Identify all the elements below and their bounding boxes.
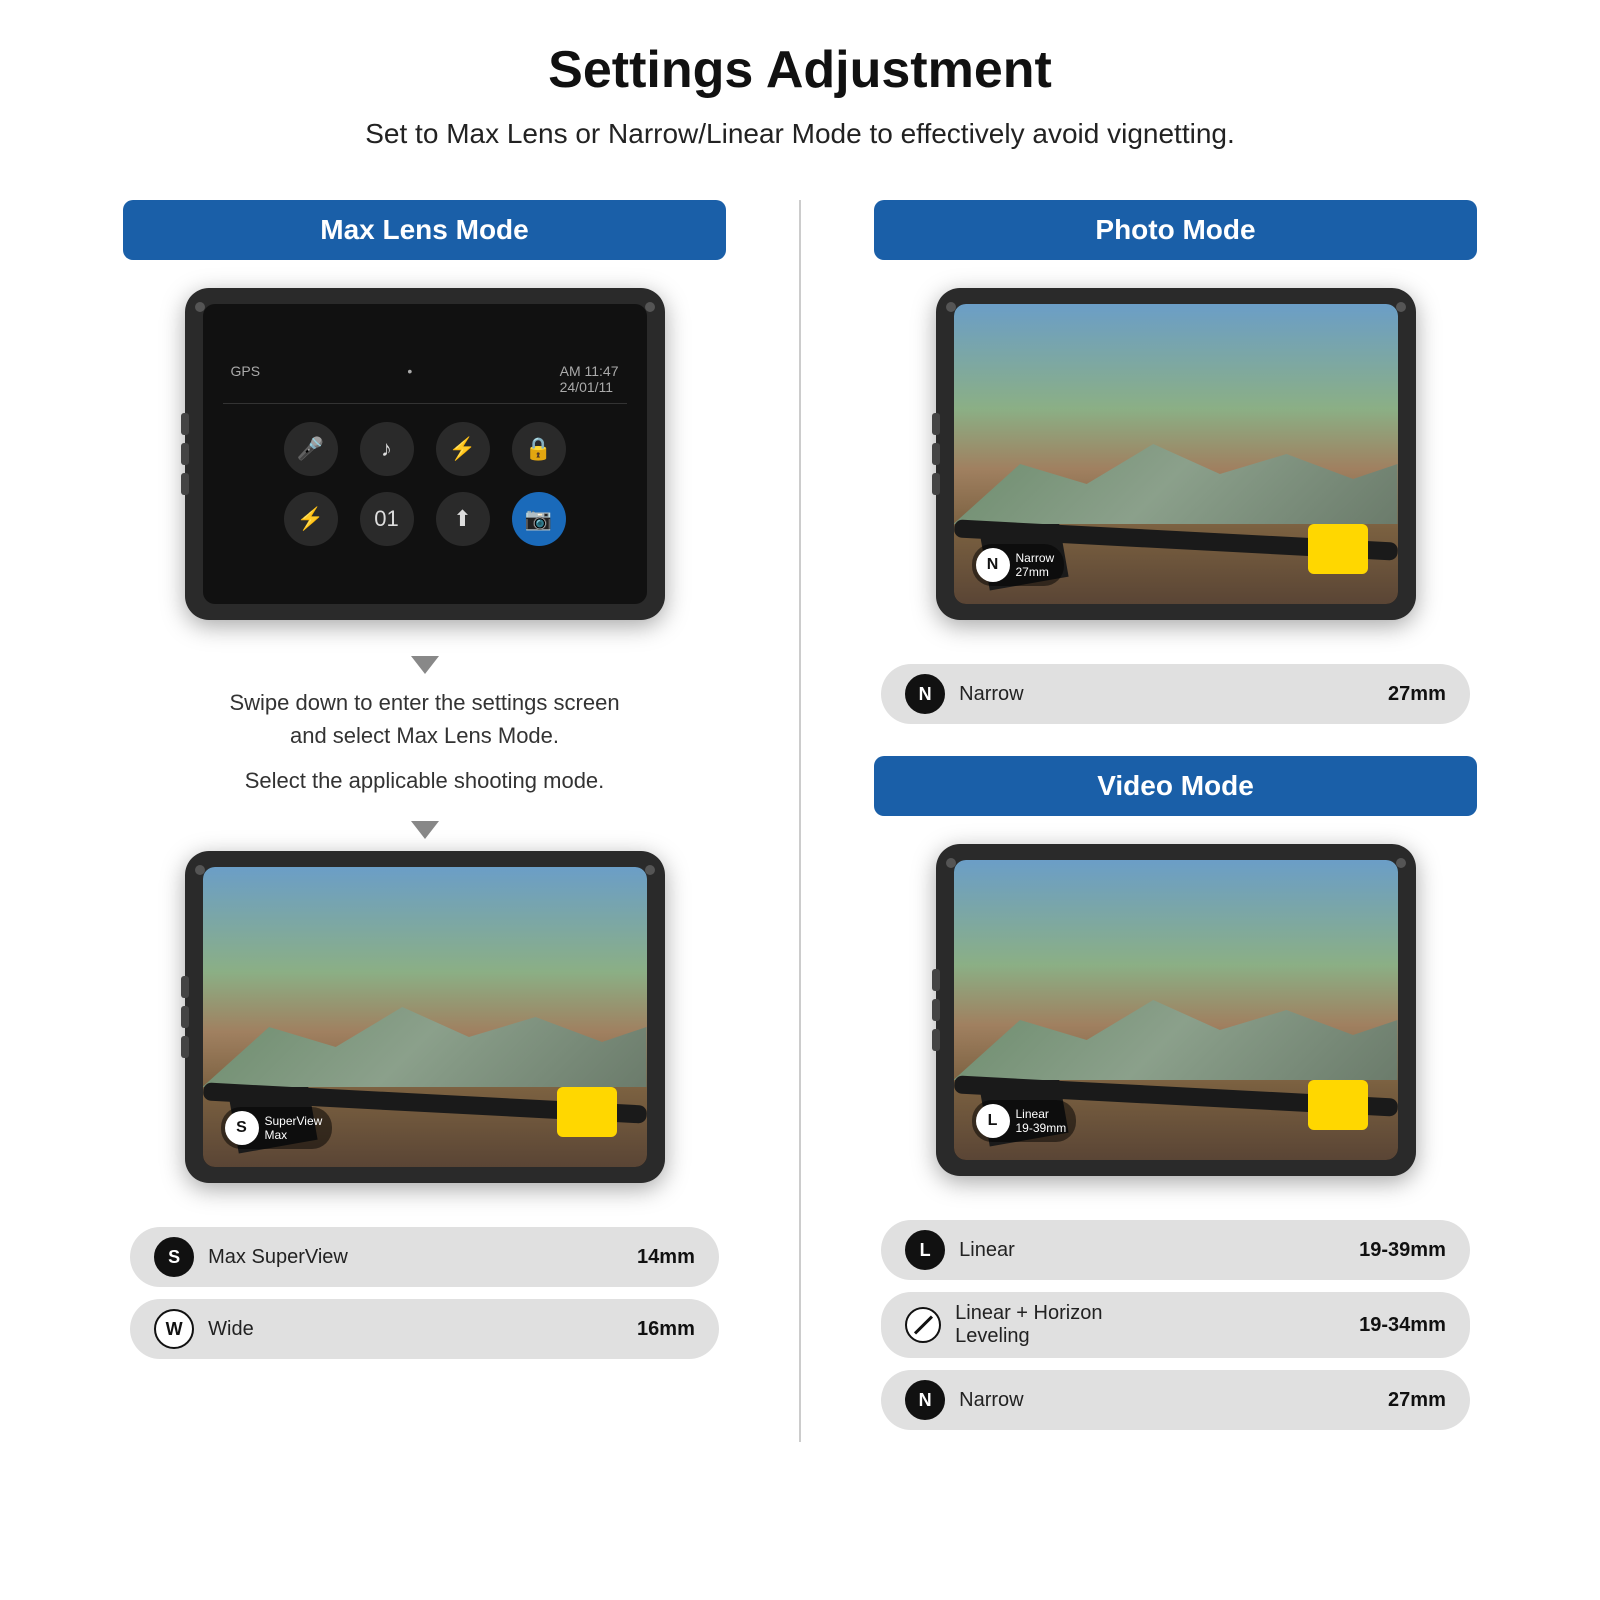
narrow-photo-label: Narrow	[959, 683, 1374, 706]
device-video-mockup: L Linear19-39mm	[936, 844, 1416, 1176]
linear-badge-video: L Linear19-39mm	[972, 1100, 1077, 1142]
device-bike-mockup: S SuperViewMax	[185, 851, 665, 1183]
w-badge: W	[154, 1309, 194, 1349]
option-linear: L Linear 19-39mm	[881, 1220, 1470, 1280]
column-divider	[799, 200, 801, 1442]
wide-label: Wide	[208, 1318, 623, 1341]
option-linear-horizon: Linear + HorizonLeveling 19-34mm	[881, 1292, 1470, 1358]
n-badge-video: N	[905, 1380, 945, 1420]
device-photo-mockup: N Narrow27mm	[936, 288, 1416, 620]
arrow-down-1	[411, 656, 439, 674]
linear-horizon-value: 19-34mm	[1359, 1314, 1446, 1337]
device-settings-mockup: GPS • AM 11:47 24/01/11 🎤 ♪ ⚡ 🔒	[185, 288, 665, 620]
page-title: Settings Adjustment	[60, 40, 1540, 100]
camera-mode-icon[interactable]: 📷	[512, 492, 566, 546]
side-dots-2	[181, 976, 189, 1058]
narrow-video-label: Narrow	[959, 1389, 1374, 1412]
datetime: AM 11:47 24/01/11	[560, 363, 619, 395]
superview-badge: S SuperViewMax	[221, 1107, 333, 1149]
instruction-1: Swipe down to enter the settings screen …	[229, 686, 619, 752]
l-letter-video: L	[976, 1104, 1010, 1138]
flash-icon[interactable]: ⚡	[284, 492, 338, 546]
side-dots-video	[932, 969, 940, 1051]
instruction-2: Select the applicable shooting mode.	[245, 764, 605, 797]
n-badge-photo: N	[905, 674, 945, 714]
dot-indicator: •	[407, 363, 412, 395]
settings-ui: GPS • AM 11:47 24/01/11 🎤 ♪ ⚡ 🔒	[203, 304, 647, 604]
linear-text-video: Linear19-39mm	[1016, 1107, 1067, 1136]
right-column: Photo Mode N Narrow27mm	[811, 200, 1540, 1442]
mic-icon[interactable]: 🎤	[284, 422, 338, 476]
max-lens-badge: Max Lens Mode	[123, 200, 725, 260]
upload-icon[interactable]: ⬆	[436, 492, 490, 546]
stabilize-icon[interactable]: ⚡	[436, 422, 490, 476]
settings-screen: GPS • AM 11:47 24/01/11 🎤 ♪ ⚡ 🔒	[203, 304, 647, 604]
settings-top-bar: GPS • AM 11:47 24/01/11	[223, 363, 627, 395]
main-layout: Max Lens Mode GPS • AM 11:47 24/01/11	[60, 200, 1540, 1442]
page-subtitle: Set to Max Lens or Narrow/Linear Mode to…	[60, 118, 1540, 150]
linear-value: 19-39mm	[1359, 1239, 1446, 1262]
superview-value: 14mm	[637, 1246, 695, 1269]
icon-row-1: 🎤 ♪ ⚡ 🔒	[284, 422, 566, 476]
divider-line	[223, 403, 627, 404]
option-narrow-video: N Narrow 27mm	[881, 1370, 1470, 1430]
left-column: Max Lens Mode GPS • AM 11:47 24/01/11	[60, 200, 789, 1442]
linear-label: Linear	[959, 1239, 1345, 1262]
mountain-bg	[203, 987, 647, 1087]
superview-label: Max SuperView	[208, 1246, 623, 1269]
video-screen: L Linear19-39mm	[954, 860, 1398, 1160]
side-dots	[181, 413, 189, 495]
l-badge: L	[905, 1230, 945, 1270]
gps-label: GPS	[231, 363, 261, 395]
bike-scene-video: L Linear19-39mm	[954, 860, 1398, 1160]
linear-horizon-label: Linear + HorizonLeveling	[955, 1302, 1345, 1348]
bike-scene-left: S SuperViewMax	[203, 867, 647, 1167]
photo-screen: N Narrow27mm	[954, 304, 1398, 604]
s-badge: S	[154, 1237, 194, 1277]
photo-mode-badge: Photo Mode	[874, 200, 1476, 260]
option-wide: W Wide 16mm	[130, 1299, 719, 1359]
video-mode-badge: Video Mode	[874, 756, 1476, 816]
option-superview: S Max SuperView 14mm	[130, 1227, 719, 1287]
lock-icon[interactable]: 🔒	[512, 422, 566, 476]
narrow-badge-photo: N Narrow27mm	[972, 544, 1065, 586]
narrow-photo-value: 27mm	[1388, 683, 1446, 706]
counter-icon[interactable]: 01	[360, 492, 414, 546]
wide-value: 16mm	[637, 1318, 695, 1341]
side-dots-photo	[932, 413, 940, 495]
mountain-video	[954, 980, 1398, 1080]
narrow-text-photo: Narrow27mm	[1016, 551, 1055, 580]
bike-screen-left: S SuperViewMax	[203, 867, 647, 1167]
mountain-photo	[954, 424, 1398, 524]
n-letter-photo: N	[976, 548, 1010, 582]
slash-badge	[905, 1307, 941, 1343]
music-icon[interactable]: ♪	[360, 422, 414, 476]
arrow-down-2	[411, 821, 439, 839]
s-letter: S	[225, 1111, 259, 1145]
icon-row-2: ⚡ 01 ⬆ 📷	[284, 492, 566, 546]
narrow-video-value: 27mm	[1388, 1389, 1446, 1412]
superview-text: SuperViewMax	[265, 1114, 323, 1143]
option-narrow-photo: N Narrow 27mm	[881, 664, 1470, 724]
bike-scene-photo: N Narrow27mm	[954, 304, 1398, 604]
